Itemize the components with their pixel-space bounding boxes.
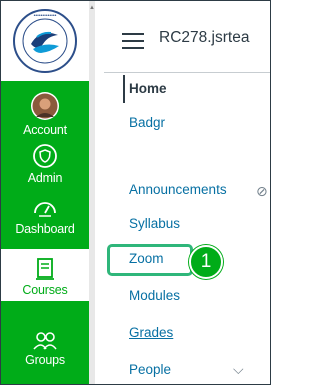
- svg-text:•••••••••••••: •••••••••••••: [34, 13, 57, 19]
- global-nav-account-label: Account: [23, 123, 67, 137]
- logo[interactable]: •••••••••••••: [1, 1, 89, 81]
- global-nav-groups-label: Groups: [25, 353, 65, 367]
- nav-scrollbar[interactable]: [89, 1, 95, 384]
- global-nav-dashboard[interactable]: Dashboard: [1, 196, 89, 236]
- global-nav-groups[interactable]: Groups: [1, 331, 89, 367]
- cursor-icon: ⌵: [233, 361, 244, 377]
- groups-icon: [33, 332, 57, 350]
- hamburger-icon: [122, 33, 144, 35]
- global-nav-courses[interactable]: Courses: [1, 249, 89, 301]
- zoom-highlight-box: [107, 244, 193, 276]
- course-nav-badgr[interactable]: Badgr: [129, 115, 165, 130]
- active-item-indicator: [123, 75, 125, 103]
- course-nav-home[interactable]: Home: [129, 81, 167, 96]
- course-menu-toggle-button[interactable]: [122, 33, 144, 49]
- course-nav-announcements[interactable]: Announcements: [129, 182, 227, 197]
- scroll-up-arrow-icon[interactable]: ▲: [89, 5, 95, 11]
- shield-icon: [33, 144, 57, 168]
- college-seal-logo-icon: •••••••••••••: [13, 9, 77, 73]
- app-frame: ••••••••••••• Account Admin Dashboard Co…: [0, 0, 271, 385]
- book-icon: [36, 258, 54, 280]
- global-nav-courses-label: Courses: [22, 283, 68, 297]
- global-navigation: ••••••••••••• Account Admin Dashboard Co…: [1, 1, 89, 384]
- global-nav-admin[interactable]: Admin: [1, 143, 89, 185]
- header-divider: [104, 72, 270, 73]
- course-nav-syllabus[interactable]: Syllabus: [129, 216, 180, 231]
- dashboard-icon: [34, 202, 56, 217]
- course-nav-grades[interactable]: Grades: [129, 325, 173, 340]
- course-nav-modules[interactable]: Modules: [129, 288, 180, 303]
- breadcrumb-course-link[interactable]: RC278.jsrtea: [159, 29, 249, 47]
- hamburger-icon-line: [122, 47, 144, 49]
- global-nav-account[interactable]: Account: [1, 91, 89, 137]
- global-nav-admin-label: Admin: [27, 171, 63, 185]
- avatar-icon: [31, 92, 59, 120]
- course-nav-people[interactable]: People: [129, 362, 171, 377]
- step-callout-badge: 1: [189, 245, 223, 279]
- hamburger-icon-line: [122, 40, 144, 42]
- eye-slash-icon: ⊘: [256, 183, 268, 199]
- global-nav-dashboard-label: Dashboard: [15, 222, 75, 236]
